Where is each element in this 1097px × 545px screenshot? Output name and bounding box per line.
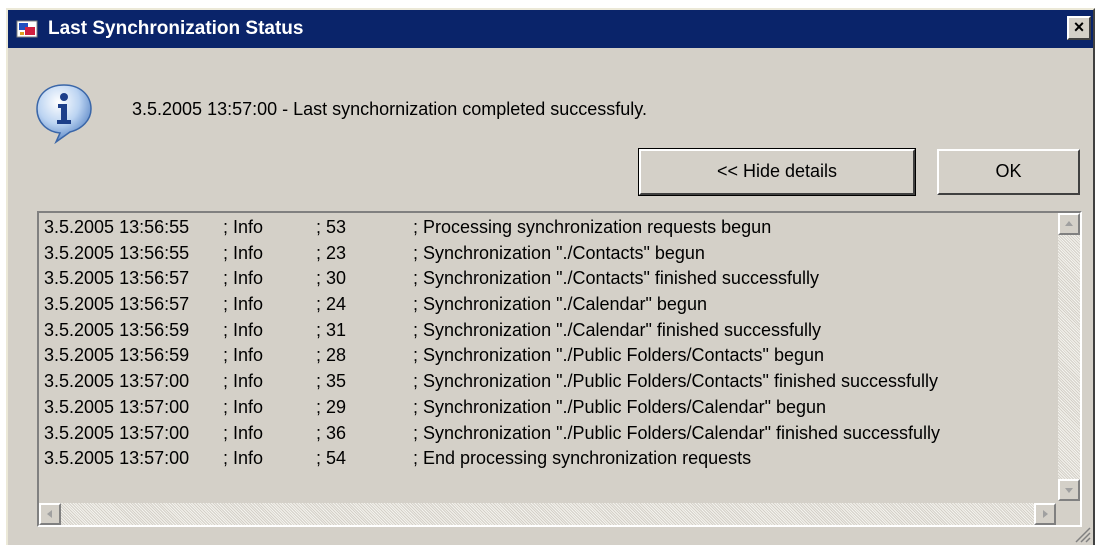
log-level: ; Info [223, 396, 264, 417]
log-date: 3.5.2005 13:56:57 [44, 268, 190, 289]
scroll-corner [1056, 501, 1080, 525]
log-message: ; Synchronization "./Contacts" begun [413, 242, 705, 263]
log-message: ; Synchronization "./Calendar" begun [413, 294, 707, 315]
horizontal-scrollbar[interactable] [39, 503, 1056, 525]
log-message: ; Synchronization "./Contacts" finished … [413, 268, 819, 289]
info-balloon-icon [36, 84, 92, 144]
log-row[interactable]: 3.5.2005 13:56:55 ; Info ; 23 ; Synchron… [41, 241, 1056, 267]
log-date: 3.5.2005 13:56:57 [44, 294, 190, 315]
log-date: 3.5.2005 13:56:55 [44, 217, 190, 237]
log-row[interactable]: 3.5.2005 13:57:00 ; Info ; 35 ; Synchron… [41, 369, 1056, 395]
log-row[interactable]: 3.5.2005 13:57:00 ; Info ; 29 ; Synchron… [41, 395, 1056, 421]
log-row[interactable]: 3.5.2005 13:57:00 ; Info ; 54 ; End proc… [41, 446, 1056, 472]
scroll-left-button[interactable] [39, 503, 61, 525]
log-row[interactable]: 3.5.2005 13:56:59 ; Info ; 31 ; Synchron… [41, 318, 1056, 344]
log-row[interactable]: 3.5.2005 13:56:57 ; Info ; 30 ; Synchron… [41, 266, 1056, 292]
log-level: ; Info [223, 268, 264, 289]
log-message: ; Synchronization "./Public Folders/Cont… [413, 371, 939, 392]
log-code: ; 29 [316, 396, 347, 417]
log-code: ; 31 [316, 319, 347, 340]
vertical-scrollbar[interactable] [1058, 213, 1080, 501]
log-date: 3.5.2005 13:57:00 [44, 422, 190, 443]
log-row[interactable]: 3.5.2005 13:56:55 ; Info ; 53 ; Processi… [41, 215, 1056, 241]
log-date: 3.5.2005 13:56:59 [44, 345, 190, 366]
log-date: 3.5.2005 13:57:00 [44, 396, 190, 417]
log-list[interactable]: 3.5.2005 13:56:55 ; Info ; 53 ; Processi… [37, 211, 1082, 527]
log-message: ; End processing synchronization request… [413, 448, 752, 469]
arrow-up-icon [1065, 221, 1073, 226]
log-code: ; 54 [316, 448, 347, 469]
log-code: ; 28 [316, 345, 347, 366]
log-message: ; Synchronization "./Public Folders/Cont… [413, 345, 824, 366]
status-message: 3.5.2005 13:57:00 - Last synchornization… [132, 99, 647, 119]
log-code: ; 30 [316, 268, 347, 289]
ok-button[interactable]: OK [937, 149, 1080, 195]
log-code: ; 36 [316, 422, 347, 443]
close-button[interactable]: × [1067, 16, 1091, 40]
log-message: ; Synchronization "./Calendar" finished … [413, 319, 821, 340]
log-message: ; Synchronization "./Public Folders/Cale… [413, 422, 941, 443]
log-level: ; Info [223, 242, 264, 263]
window-title: Last Synchronization Status [48, 18, 304, 39]
log-date: 3.5.2005 13:57:00 [44, 448, 190, 469]
resize-grip-icon[interactable] [1071, 523, 1091, 543]
log-code: ; 24 [316, 294, 347, 315]
log-row[interactable]: 3.5.2005 13:57:00 ; Info ; 36 ; Synchron… [41, 421, 1056, 447]
arrow-right-icon [1043, 510, 1048, 518]
arrow-down-icon [1065, 488, 1073, 493]
log-level: ; Info [223, 371, 264, 392]
scroll-down-button[interactable] [1058, 479, 1080, 501]
log-entries: 3.5.2005 13:56:55 ; Info ; 53 ; Processi… [41, 215, 1056, 501]
log-row[interactable]: 3.5.2005 13:56:59 ; Info ; 28 ; Synchron… [41, 343, 1056, 369]
scroll-right-button[interactable] [1034, 503, 1056, 525]
sync-app-icon [16, 20, 38, 38]
log-message: ; Synchronization "./Public Folders/Cale… [413, 396, 827, 417]
log-date: 3.5.2005 13:57:00 [44, 371, 190, 392]
log-row[interactable]: 3.5.2005 13:56:57 ; Info ; 24 ; Synchron… [41, 292, 1056, 318]
sync-status-dialog: Last Synchronization Status × 3.5.2005 1… [6, 8, 1095, 545]
log-level: ; Info [223, 448, 264, 469]
arrow-left-icon [47, 510, 52, 518]
log-level: ; Info [223, 422, 264, 443]
log-code: ; 23 [316, 242, 347, 263]
close-icon: × [1073, 17, 1085, 37]
log-level: ; Info [223, 345, 264, 366]
log-code: ; 53 [316, 217, 347, 237]
log-level: ; Info [223, 319, 264, 340]
log-date: 3.5.2005 13:56:55 [44, 242, 190, 263]
log-level: ; Info [223, 217, 264, 237]
log-date: 3.5.2005 13:56:59 [44, 319, 190, 340]
log-level: ; Info [223, 294, 264, 315]
log-message: ; Processing synchronization requests be… [413, 217, 772, 237]
log-code: ; 35 [316, 371, 347, 392]
scroll-up-button[interactable] [1058, 213, 1080, 235]
hide-details-button[interactable]: << Hide details [638, 148, 916, 196]
title-bar[interactable]: Last Synchronization Status × [8, 10, 1093, 48]
